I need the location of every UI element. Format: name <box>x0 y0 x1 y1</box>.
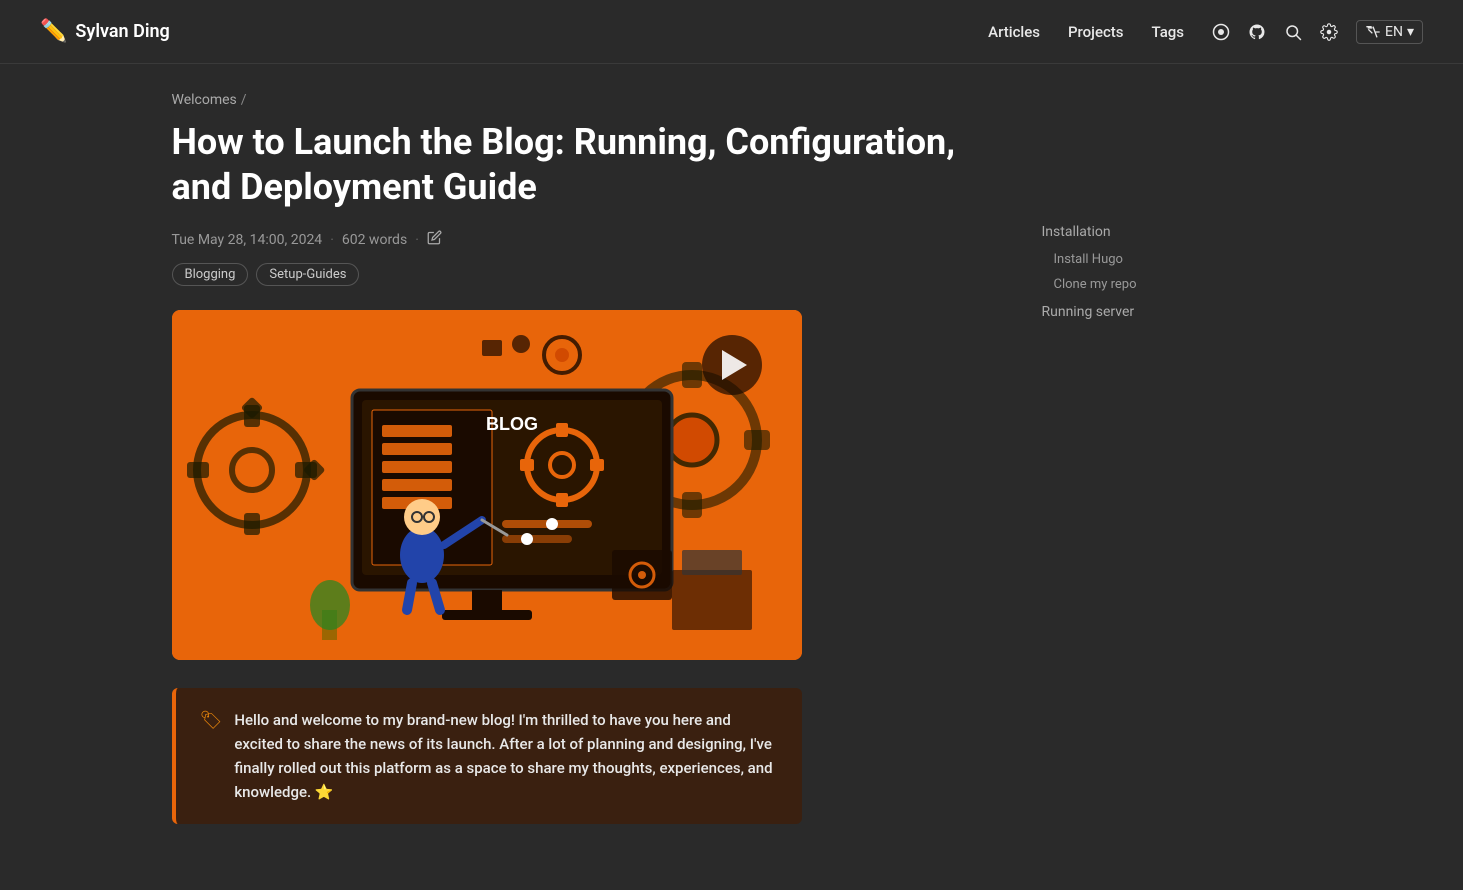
language-selector[interactable]: EN ▾ <box>1356 20 1423 44</box>
edit-icon[interactable] <box>427 230 442 249</box>
sidebar-section-running: Running server <box>1042 304 1262 320</box>
tag-setup-guides[interactable]: Setup-Guides <box>256 263 359 286</box>
sidebar-link-clone-repo[interactable]: Clone my repo <box>1054 277 1137 292</box>
navbar: ✏️ Sylvan Ding Articles Projects Tags <box>0 0 1463 64</box>
nav-projects[interactable]: Projects <box>1068 23 1124 41</box>
feed-icon[interactable] <box>1212 23 1230 41</box>
article-tags: Blogging Setup-Guides <box>172 263 1002 286</box>
sidebar-items-installation: Install Hugo Clone my repo <box>1042 248 1262 292</box>
github-icon[interactable] <box>1248 23 1266 41</box>
nav-icons: EN ▾ <box>1212 20 1423 44</box>
lang-label: EN <box>1385 24 1403 40</box>
sidebar: Installation Install Hugo Clone my repo … <box>1042 64 1262 848</box>
hero-illustration: BLOG <box>172 310 802 660</box>
content-wrapper: Welcomes / How to Launch the Blog: Runni… <box>132 64 1332 848</box>
nav-articles[interactable]: Articles <box>988 23 1040 41</box>
callout-text: Hello and welcome to my brand-new blog! … <box>234 708 777 804</box>
settings-icon[interactable] <box>1320 23 1338 41</box>
sidebar-section-title-running[interactable]: Running server <box>1042 304 1262 320</box>
meta-dot-2: · <box>415 232 419 248</box>
breadcrumb-parent[interactable]: Welcomes <box>172 92 237 108</box>
hero-image: BLOG <box>172 310 802 660</box>
meta-dot-1: · <box>330 232 334 248</box>
translate-icon <box>1365 24 1381 40</box>
nav-links: Articles Projects Tags <box>988 23 1184 41</box>
lang-chevron: ▾ <box>1407 24 1414 40</box>
article-date: Tue May 28, 14:00, 2024 <box>172 232 323 248</box>
sidebar-section-installation: Installation Install Hugo Clone my repo <box>1042 224 1262 292</box>
sidebar-item-install-hugo: Install Hugo <box>1054 248 1262 267</box>
article-meta: Tue May 28, 14:00, 2024 · 602 words · <box>172 230 1002 249</box>
callout-box: 🏷 Hello and welcome to my brand-new blog… <box>172 688 802 824</box>
search-icon[interactable] <box>1284 23 1302 41</box>
sidebar-link-install-hugo[interactable]: Install Hugo <box>1054 252 1123 267</box>
main-content: Welcomes / How to Launch the Blog: Runni… <box>172 64 1042 848</box>
article-title: How to Launch the Blog: Running, Configu… <box>172 120 1002 210</box>
sidebar-section-title-installation[interactable]: Installation <box>1042 224 1262 240</box>
tag-blogging[interactable]: Blogging <box>172 263 249 286</box>
sidebar-item-clone-repo: Clone my repo <box>1054 273 1262 292</box>
brand-icon: ✏️ <box>40 19 67 44</box>
brand-logo[interactable]: ✏️ Sylvan Ding <box>40 19 170 44</box>
article-word-count: 602 words <box>342 232 407 248</box>
svg-text:BLOG: BLOG <box>486 414 538 434</box>
nav-tags[interactable]: Tags <box>1152 23 1184 41</box>
callout-tag-icon: 🏷 <box>200 710 223 804</box>
brand-label: Sylvan Ding <box>75 21 169 42</box>
breadcrumb: Welcomes / <box>172 92 1002 108</box>
breadcrumb-separator: / <box>241 92 247 108</box>
